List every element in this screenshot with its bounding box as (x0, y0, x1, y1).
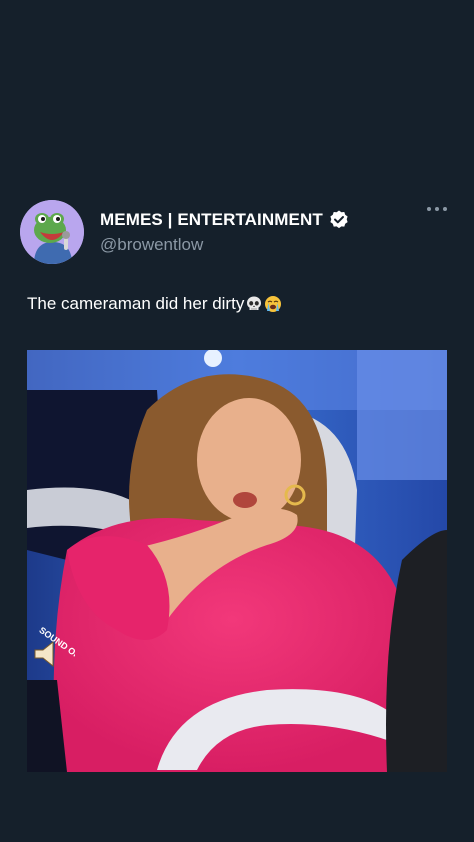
display-name-row: MEMES | ENTERTAINMENT (100, 208, 350, 232)
tweet-text: The cameraman did her dirty (27, 294, 282, 314)
tweet-screen: MEMES | ENTERTAINMENT @browentlow The ca… (0, 0, 474, 842)
frog-avatar-icon[interactable] (20, 200, 84, 264)
author-handle[interactable]: @browentlow (100, 235, 350, 255)
verified-badge-icon (330, 210, 348, 229)
more-dots-icon[interactable] (426, 204, 448, 214)
tweet-header: MEMES | ENTERTAINMENT @browentlow (20, 198, 454, 264)
tweet-video[interactable]: SOUND ON (27, 350, 447, 772)
loudly-crying-face-emoji-icon (265, 296, 282, 312)
tweet-text-content: The cameraman did her dirty (27, 294, 245, 313)
video-frame (27, 350, 447, 772)
author-display-name[interactable]: MEMES | ENTERTAINMENT (100, 210, 323, 230)
sound-on-badge-icon: SOUND ON (34, 625, 75, 668)
author-names: MEMES | ENTERTAINMENT @browentlow (100, 208, 350, 255)
skull-emoji-icon (247, 296, 262, 310)
